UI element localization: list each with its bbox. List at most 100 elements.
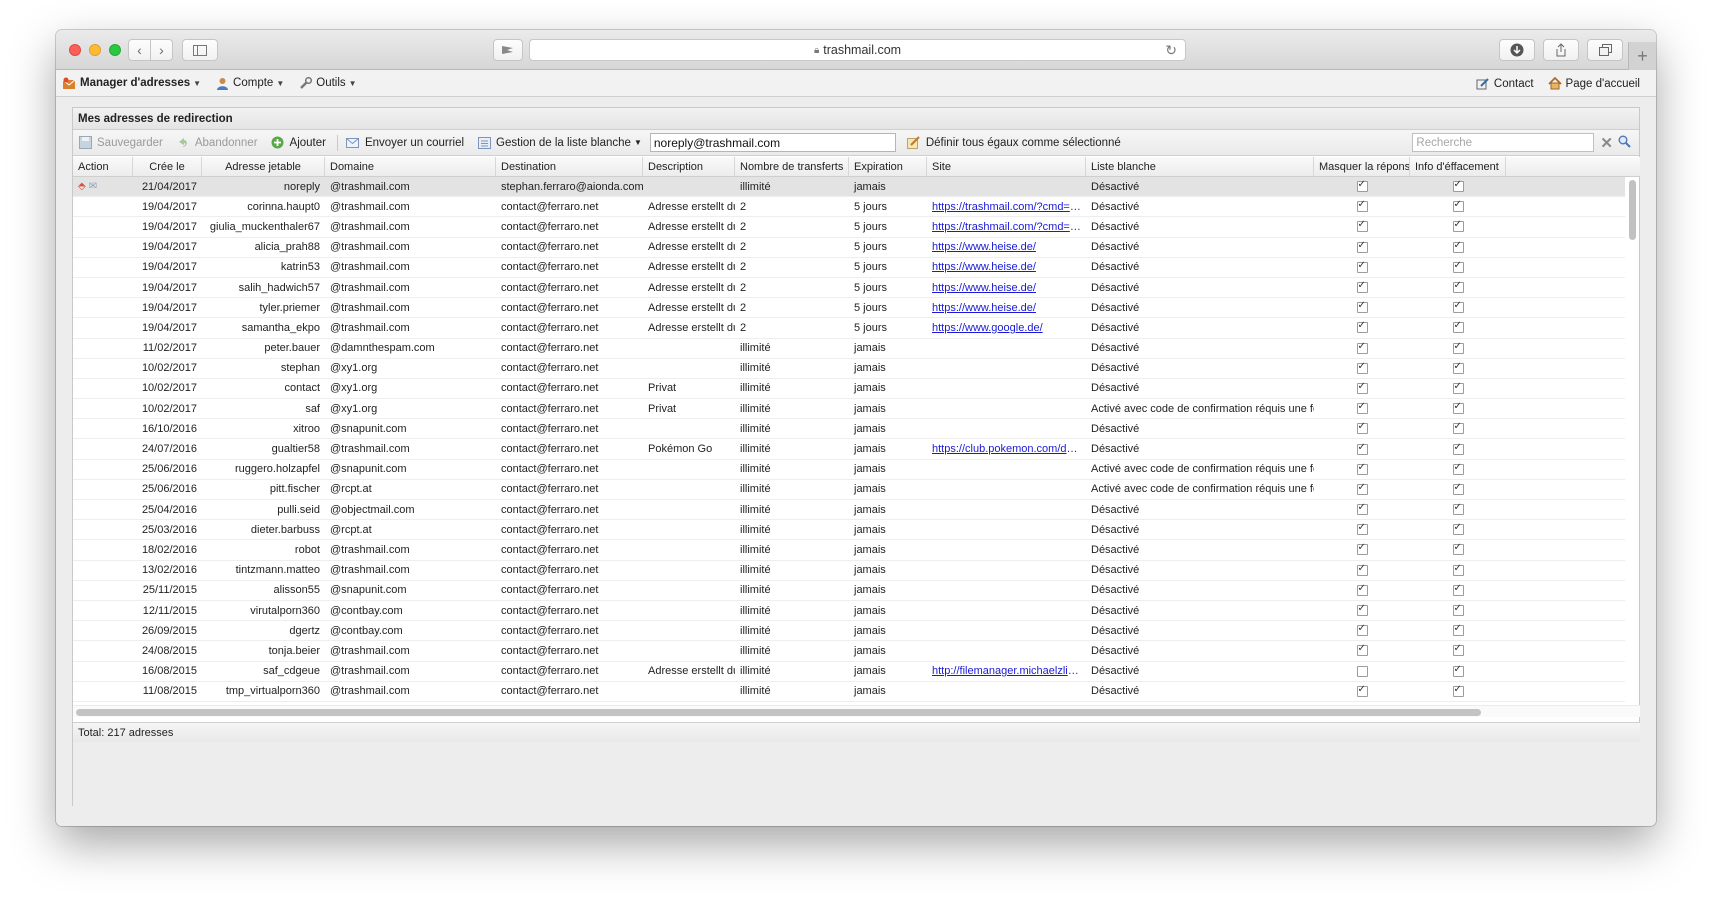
vertical-scrollbar[interactable] [1628, 177, 1637, 705]
hide-reply-checkbox[interactable] [1356, 300, 1368, 314]
deletion-info-checkbox[interactable] [1452, 179, 1464, 193]
hide-reply-checkbox[interactable] [1356, 665, 1368, 677]
menu-account[interactable]: Compte ▼ [215, 76, 284, 90]
column-header-created[interactable]: Crée le [133, 157, 202, 176]
hide-reply-checkbox[interactable] [1356, 280, 1368, 294]
table-row[interactable]: 25/11/2015 alisson55 @snapunit.com contact@… [73, 581, 1625, 601]
hide-reply-checkbox[interactable] [1356, 401, 1368, 415]
table-row[interactable]: 26/09/2015 dgertz @contbay.com contact@ferr… [73, 621, 1625, 642]
deletion-info-checkbox[interactable] [1452, 623, 1464, 637]
hide-reply-checkbox[interactable] [1356, 563, 1368, 576]
deletion-info-checkbox[interactable] [1452, 401, 1464, 415]
menu-contact[interactable]: Contact [1476, 77, 1534, 91]
new-tab-button[interactable]: + [1628, 42, 1656, 70]
clear-search-icon[interactable]: ✕ [1600, 134, 1613, 152]
horizontal-scroll-thumb[interactable] [76, 709, 1481, 716]
save-button[interactable]: Sauvegarder [78, 136, 163, 150]
deletion-info-checkbox[interactable] [1452, 522, 1464, 536]
hide-reply-checkbox[interactable] [1356, 623, 1368, 637]
hide-reply-checkbox[interactable] [1356, 542, 1368, 556]
hide-reply-checkbox[interactable] [1356, 361, 1368, 374]
vertical-scroll-thumb[interactable] [1629, 180, 1636, 240]
deletion-info-checkbox[interactable] [1452, 542, 1464, 556]
table-row[interactable]: 10/02/2017 stephan @xy1.org contact@ferraro… [73, 359, 1625, 379]
deletion-info-checkbox[interactable] [1452, 643, 1464, 657]
site-link[interactable]: http://filemanager.michaelzlies.... [932, 665, 1081, 677]
table-row[interactable]: 16/08/2015 saf_cdgeue @trashmail.com contac… [73, 662, 1625, 682]
table-row[interactable]: 10/02/2017 contact @xy1.org contact@ferraro… [73, 379, 1625, 400]
column-header-alias[interactable]: Adresse jetable [202, 157, 325, 176]
table-row[interactable]: 11/02/2017 peter.bauer @damnthespam.com con… [73, 339, 1625, 359]
downloads-button[interactable] [1499, 39, 1535, 61]
deletion-info-checkbox[interactable] [1452, 260, 1464, 273]
url-bar[interactable]: 🔒︎ trashmail.com ↻ [529, 39, 1186, 61]
deletion-info-checkbox[interactable] [1452, 664, 1464, 677]
envelope-icon[interactable]: ✉ [89, 181, 97, 192]
column-header-destination[interactable]: Destination [496, 157, 643, 176]
deletion-info-checkbox[interactable] [1452, 219, 1464, 233]
hide-reply-checkbox[interactable] [1356, 502, 1368, 516]
site-link[interactable]: https://trashmail.com/?cmd=fo... [932, 201, 1081, 213]
table-row[interactable]: 25/04/2016 pulli.seid @objectmail.com conta… [73, 500, 1625, 521]
search-input[interactable] [1412, 133, 1595, 152]
deletion-info-checkbox[interactable] [1452, 341, 1464, 354]
column-header-expiration[interactable]: Expiration [849, 157, 927, 176]
deletion-info-checkbox[interactable] [1452, 320, 1464, 334]
table-row[interactable]: 19/04/2017 salih_hadwich57 @trashmail.com c… [73, 278, 1625, 299]
hide-reply-checkbox[interactable] [1356, 482, 1368, 495]
column-header-action[interactable]: Action [73, 157, 133, 176]
reload-icon[interactable]: ↻ [1165, 42, 1177, 59]
deletion-info-checkbox[interactable] [1452, 361, 1464, 374]
table-row[interactable]: 16/10/2016 xitroo @snapunit.com contact@fer… [73, 419, 1625, 440]
table-row[interactable]: 11/08/2015 tmp_virtualporn360 @trashmail.c… [73, 682, 1625, 702]
deletion-info-checkbox[interactable] [1452, 482, 1464, 495]
table-row[interactable]: 25/06/2016 pitt.fischer @rcpt.at contact@fe… [73, 480, 1625, 500]
hide-reply-checkbox[interactable] [1356, 643, 1368, 657]
table-row[interactable]: 24/08/2015 tonja.beier @trashmail.com conta… [73, 641, 1625, 662]
hide-reply-checkbox[interactable] [1356, 603, 1368, 617]
cancel-button[interactable]: Abandonner [176, 136, 258, 150]
column-header-deletion-info[interactable]: Info d'éffacement [1410, 157, 1506, 176]
table-row[interactable]: 19/04/2017 giulia_muckenthaler67 @trashmai… [73, 217, 1625, 238]
deletion-info-checkbox[interactable] [1452, 381, 1464, 394]
reader-button[interactable] [493, 39, 523, 61]
share-button[interactable] [1543, 39, 1579, 61]
table-row[interactable]: 19/04/2017 katrin53 @trashmail.com contact@… [73, 258, 1625, 278]
hide-reply-checkbox[interactable] [1356, 179, 1368, 193]
hide-reply-checkbox[interactable] [1356, 522, 1368, 536]
site-link[interactable]: https://www.google.de/ [932, 322, 1043, 334]
deletion-info-checkbox[interactable] [1452, 583, 1464, 596]
hide-reply-checkbox[interactable] [1356, 341, 1368, 354]
send-mail-button[interactable]: Envoyer un courriel [346, 136, 464, 150]
table-row[interactable]: 19/04/2017 alicia_prah88 @trashmail.com con… [73, 238, 1625, 258]
deletion-info-checkbox[interactable] [1452, 462, 1464, 475]
deletion-info-checkbox[interactable] [1452, 199, 1464, 213]
search-icon[interactable] [1618, 135, 1631, 151]
hide-reply-checkbox[interactable] [1356, 199, 1368, 213]
default-destination-input[interactable] [649, 133, 896, 152]
back-button[interactable]: ‹ [128, 39, 151, 61]
add-button[interactable]: Ajouter [271, 136, 326, 150]
hide-reply-checkbox[interactable] [1356, 260, 1368, 273]
table-row[interactable]: 25/06/2016 ruggero.holzapfel @snapunit.com… [73, 460, 1625, 480]
deletion-info-checkbox[interactable] [1452, 421, 1464, 435]
column-header-description[interactable]: Description [643, 157, 735, 176]
column-header-whitelist[interactable]: Liste blanche [1086, 157, 1314, 176]
table-row[interactable]: 19/04/2017 tyler.priemer @trashmail.com con… [73, 298, 1625, 319]
site-link[interactable]: https://www.heise.de/ [932, 302, 1036, 314]
zoom-window-button[interactable] [109, 44, 121, 56]
site-link[interactable]: https://www.heise.de/ [932, 282, 1036, 294]
hide-reply-checkbox[interactable] [1356, 219, 1368, 233]
table-row[interactable]: 19/04/2017 corinna.haupt0 @trashmail.com co… [73, 197, 1625, 218]
hide-reply-checkbox[interactable] [1356, 320, 1368, 334]
table-row[interactable]: 19/04/2017 samantha_ekpo @trashmail.com con… [73, 318, 1625, 339]
site-link[interactable]: https://www.heise.de/ [932, 241, 1036, 253]
menu-home[interactable]: Page d'accueil [1547, 77, 1640, 91]
hide-reply-checkbox[interactable] [1356, 684, 1368, 697]
hide-reply-checkbox[interactable] [1356, 462, 1368, 475]
deletion-info-checkbox[interactable] [1452, 240, 1464, 253]
hide-reply-checkbox[interactable] [1356, 381, 1368, 394]
table-row[interactable]: 25/03/2016 dieter.barbuss @rcpt.at contact@… [73, 520, 1625, 541]
set-all-equal-button[interactable]: Définir tous égaux comme sélectionné [907, 136, 1121, 150]
table-row[interactable]: 18/02/2016 robot @trashmail.com contact@fer… [73, 540, 1625, 561]
